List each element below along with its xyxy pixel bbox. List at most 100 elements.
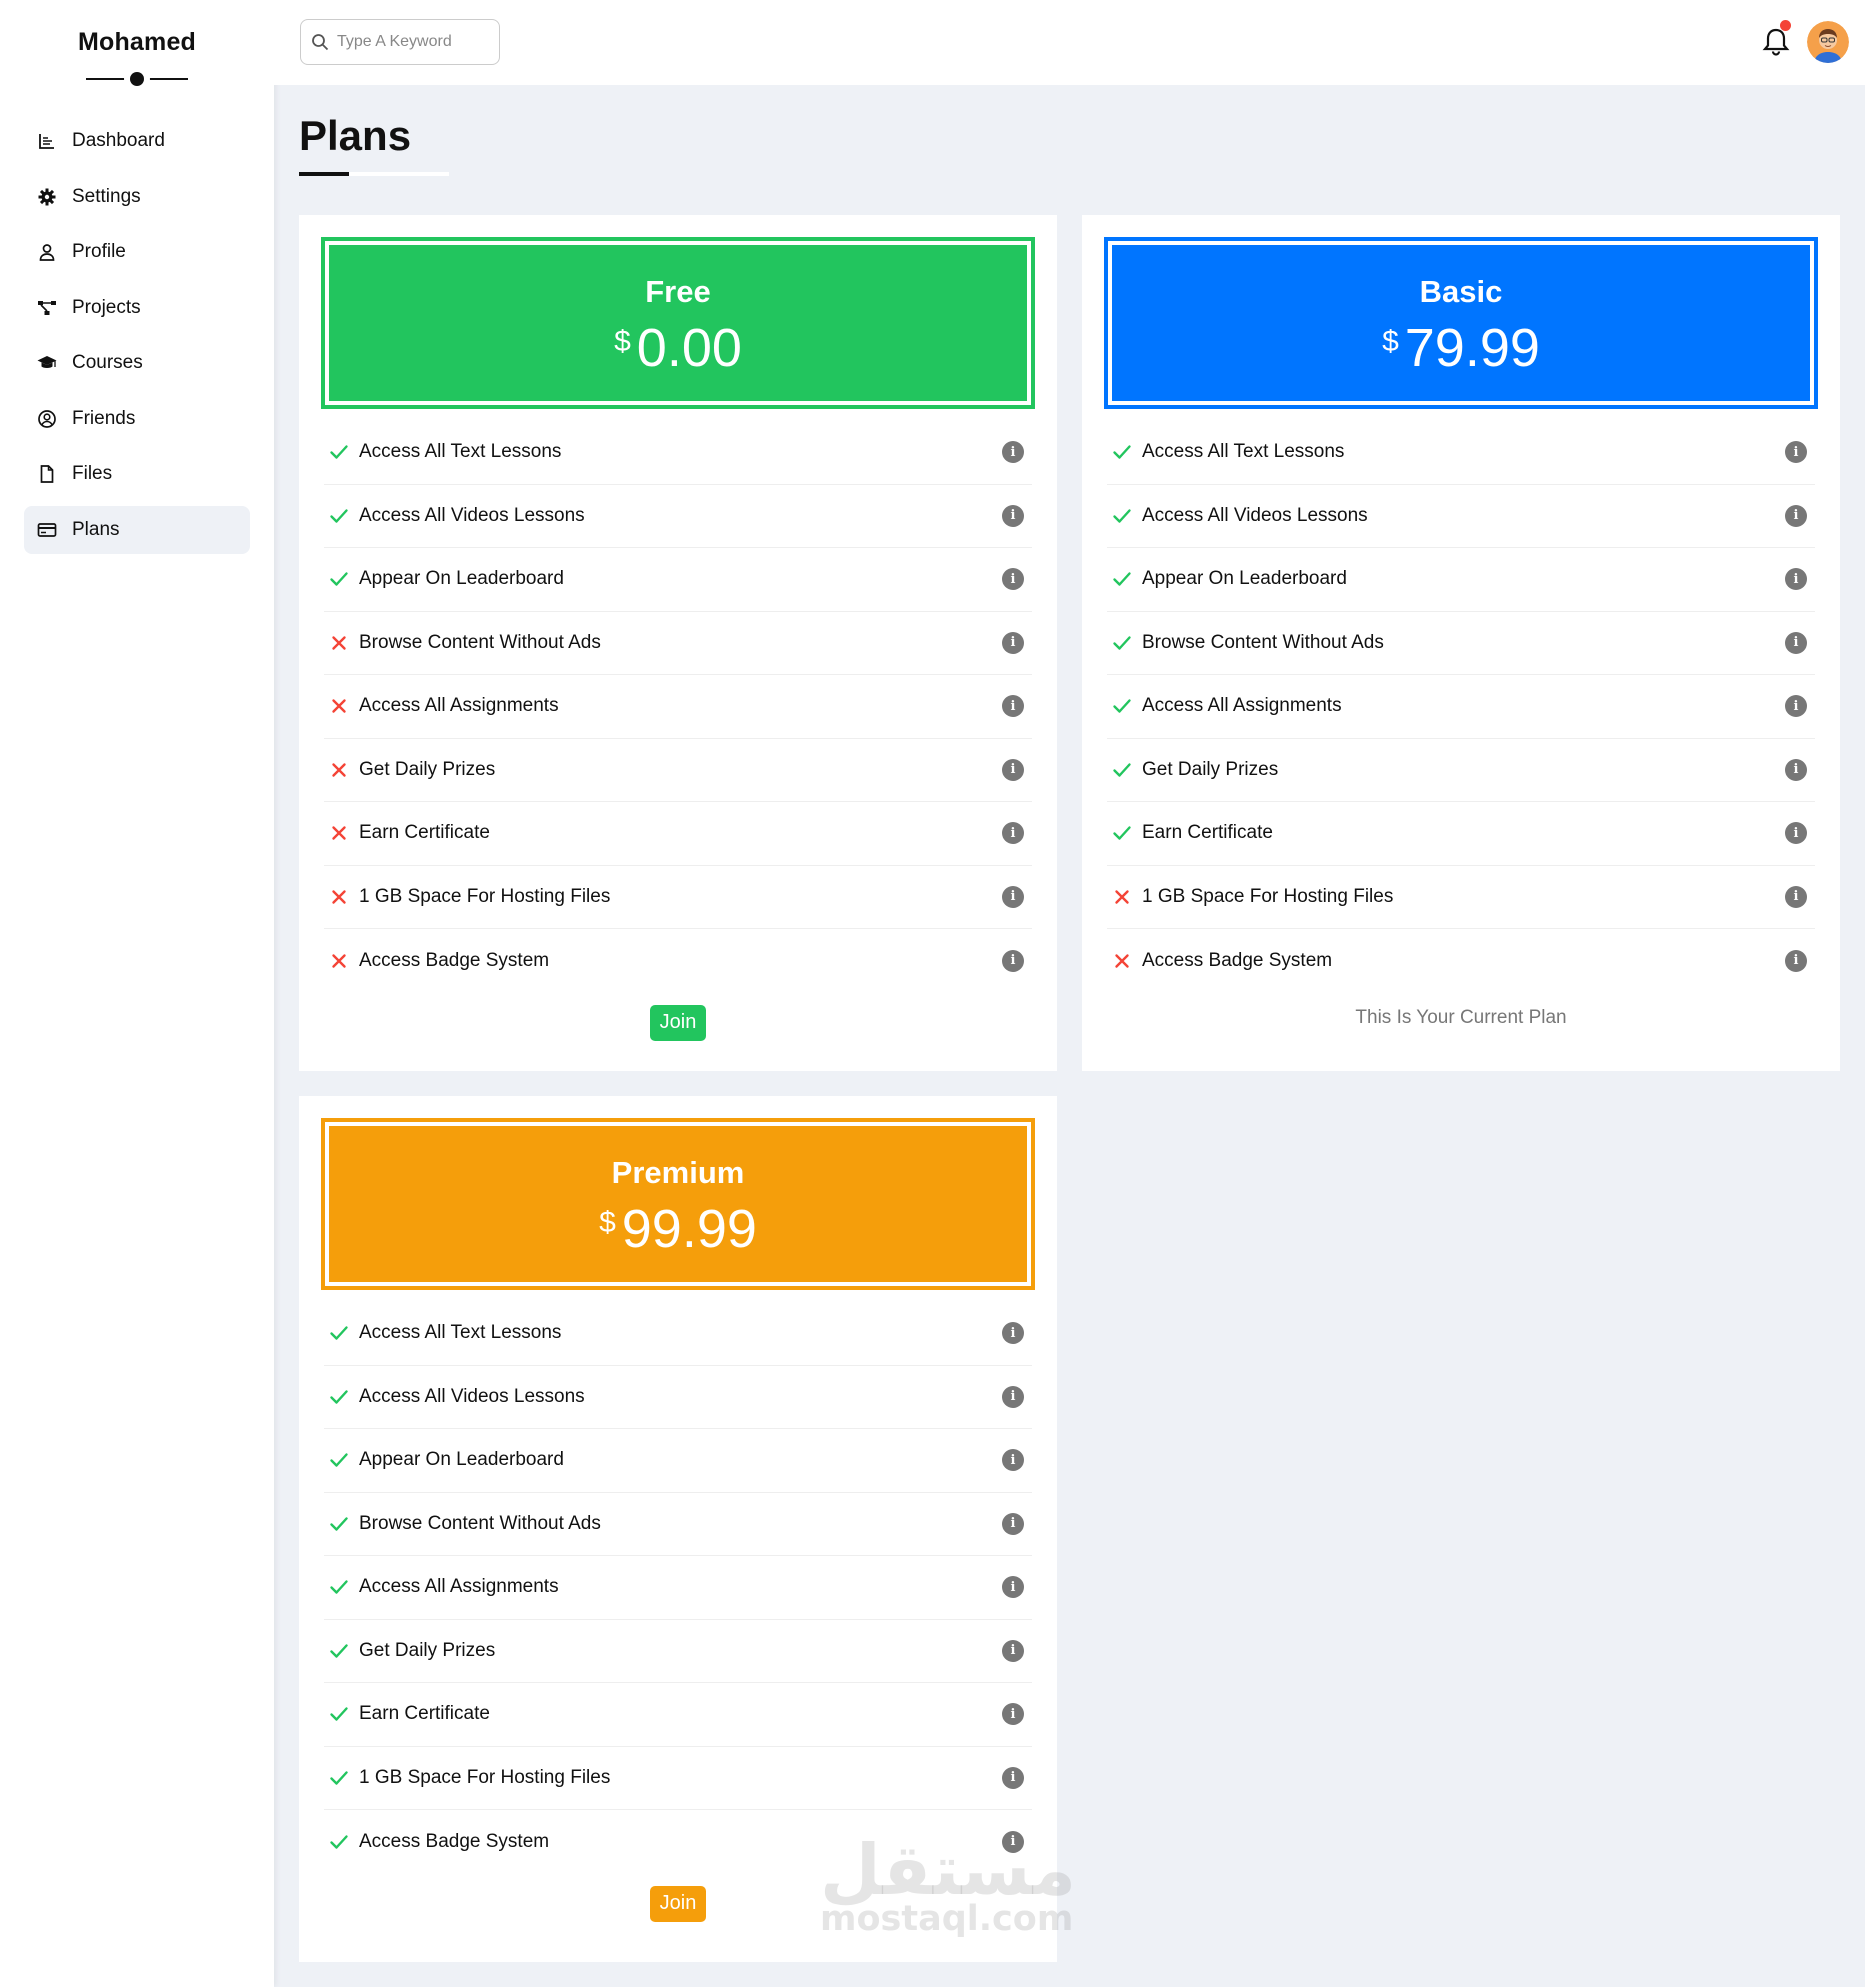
- feature-item: Access All Videos Lessons i: [1107, 485, 1815, 548]
- current-plan-label: This Is Your Current Plan: [1355, 1006, 1567, 1028]
- feature-item: Appear On Leaderboard i: [324, 1429, 1032, 1493]
- sidebar-item-dashboard[interactable]: Dashboard: [24, 117, 250, 165]
- watermark-arabic: مستقل: [820, 1829, 1077, 1911]
- info-icon[interactable]: i: [1785, 949, 1807, 972]
- info-icon[interactable]: i: [1785, 758, 1807, 781]
- info-icon[interactable]: i: [1002, 1322, 1024, 1345]
- info-icon[interactable]: i: [1002, 1766, 1024, 1789]
- plan-price: $79.99: [1112, 318, 1810, 378]
- info-icon[interactable]: i: [1002, 1576, 1024, 1599]
- sidebar-item-friends[interactable]: Friends: [24, 395, 250, 443]
- cross-icon: [332, 890, 346, 904]
- search-input[interactable]: [337, 33, 487, 51]
- feature-label: Appear On Leaderboard: [359, 568, 564, 590]
- file-icon: [36, 463, 58, 485]
- user-circle-icon: [36, 408, 58, 430]
- feature-label: Access All Videos Lessons: [359, 1385, 585, 1407]
- check-icon: [330, 1707, 348, 1721]
- info-icon[interactable]: i: [1785, 568, 1807, 591]
- diagram-project-icon: [36, 297, 58, 319]
- info-icon[interactable]: i: [1785, 504, 1807, 527]
- check-icon: [1113, 763, 1131, 777]
- check-icon: [330, 509, 348, 523]
- feature-label: Access All Text Lessons: [359, 441, 562, 463]
- sidebar-item-projects[interactable]: Projects: [24, 284, 250, 332]
- feature-list: Access All Text Lessons i Access All Video…: [321, 421, 1035, 993]
- check-icon: [1113, 572, 1131, 586]
- notifications-button[interactable]: [1761, 20, 1791, 59]
- feature-label: 1 GB Space For Hosting Files: [359, 1766, 611, 1788]
- info-icon[interactable]: i: [1002, 1639, 1024, 1662]
- feature-item: Access All Assignments i: [324, 675, 1032, 739]
- info-icon[interactable]: i: [1785, 822, 1807, 845]
- plan-name: Premium: [611, 1155, 745, 1190]
- sidebar-nav: Dashboard Settings Profile Projects Cour…: [0, 117, 274, 554]
- info-icon[interactable]: i: [1002, 441, 1024, 464]
- feature-item: Browse Content Without Ads i: [324, 1493, 1032, 1556]
- feature-list: Access All Text Lessons i Access All Video…: [321, 1302, 1035, 1874]
- info-icon[interactable]: i: [1785, 885, 1807, 908]
- sidebar-item-files[interactable]: Files: [24, 450, 250, 498]
- info-icon[interactable]: i: [1002, 949, 1024, 972]
- check-icon: [330, 1580, 348, 1594]
- feature-item: 1 GB Space For Hosting Files i: [324, 1747, 1032, 1810]
- feature-item: Appear On Leaderboard i: [324, 548, 1032, 612]
- chart-icon: [36, 130, 58, 152]
- info-icon[interactable]: i: [1785, 441, 1807, 464]
- feature-label: Appear On Leaderboard: [1142, 568, 1347, 590]
- sidebar-item-settings[interactable]: Settings: [24, 173, 250, 221]
- feature-item: Earn Certificate i: [1107, 802, 1815, 866]
- price-amount: 0.00: [636, 318, 742, 378]
- check-icon: [330, 1835, 348, 1849]
- feature-item: Access All Videos Lessons i: [324, 1366, 1032, 1429]
- sidebar-item-profile[interactable]: Profile: [24, 228, 250, 276]
- check-icon: [330, 1771, 348, 1785]
- feature-item: Browse Content Without Ads i: [1107, 612, 1815, 675]
- avatar[interactable]: [1807, 21, 1849, 63]
- feature-item: Browse Content Without Ads i: [324, 612, 1032, 675]
- info-icon[interactable]: i: [1002, 504, 1024, 527]
- watermark-latin: mostaql.com: [820, 1899, 1074, 1939]
- plan-price: $0.00: [329, 318, 1027, 378]
- feature-item: Appear On Leaderboard i: [1107, 548, 1815, 612]
- feature-item: 1 GB Space For Hosting Files i: [324, 866, 1032, 929]
- info-icon[interactable]: i: [1785, 631, 1807, 654]
- gear-icon: [36, 186, 58, 208]
- info-icon[interactable]: i: [1002, 695, 1024, 718]
- check-icon: [330, 1390, 348, 1404]
- info-icon[interactable]: i: [1002, 1385, 1024, 1408]
- plan-header: Premium $99.99: [321, 1118, 1035, 1290]
- currency-symbol: $: [599, 1206, 616, 1239]
- info-icon[interactable]: i: [1002, 1512, 1024, 1535]
- check-icon: [330, 1326, 348, 1340]
- join-button[interactable]: Join: [649, 1885, 707, 1922]
- info-icon[interactable]: i: [1002, 885, 1024, 908]
- check-icon: [330, 1644, 348, 1658]
- sidebar-item-courses[interactable]: Courses: [24, 339, 250, 387]
- sidebar-item-label: Projects: [72, 296, 141, 318]
- feature-item: Access All Text Lessons i: [324, 421, 1032, 485]
- sidebar-item-label: Friends: [72, 407, 136, 429]
- plan-card-basic: Basic $79.99 Access All Text Lessons i Acc…: [1082, 215, 1840, 1071]
- watermark-logo: مستقل mostaql.com: [820, 1829, 1077, 1939]
- feature-label: Access All Assignments: [359, 1576, 559, 1598]
- info-icon[interactable]: i: [1002, 631, 1024, 654]
- brand-divider: [86, 71, 188, 87]
- graduation-cap-icon: [36, 352, 58, 374]
- info-icon[interactable]: i: [1002, 1703, 1024, 1726]
- info-icon[interactable]: i: [1785, 695, 1807, 718]
- info-icon[interactable]: i: [1002, 758, 1024, 781]
- info-icon[interactable]: i: [1002, 822, 1024, 845]
- check-icon: [330, 1517, 348, 1531]
- info-icon[interactable]: i: [1002, 568, 1024, 591]
- feature-list: Access All Text Lessons i Access All Video…: [1104, 421, 1818, 993]
- sidebar-item-plans[interactable]: Plans: [24, 505, 250, 554]
- feature-label: Access All Text Lessons: [359, 1322, 562, 1344]
- top-header: [274, 0, 1865, 85]
- plan-card-free: Free $0.00 Access All Text Lessons i Acces…: [299, 215, 1057, 1071]
- user-icon: [36, 241, 58, 263]
- cross-icon: [332, 699, 346, 713]
- feature-label: Access Badge System: [359, 949, 550, 971]
- info-icon[interactable]: i: [1002, 1449, 1024, 1472]
- join-button[interactable]: Join: [649, 1004, 707, 1041]
